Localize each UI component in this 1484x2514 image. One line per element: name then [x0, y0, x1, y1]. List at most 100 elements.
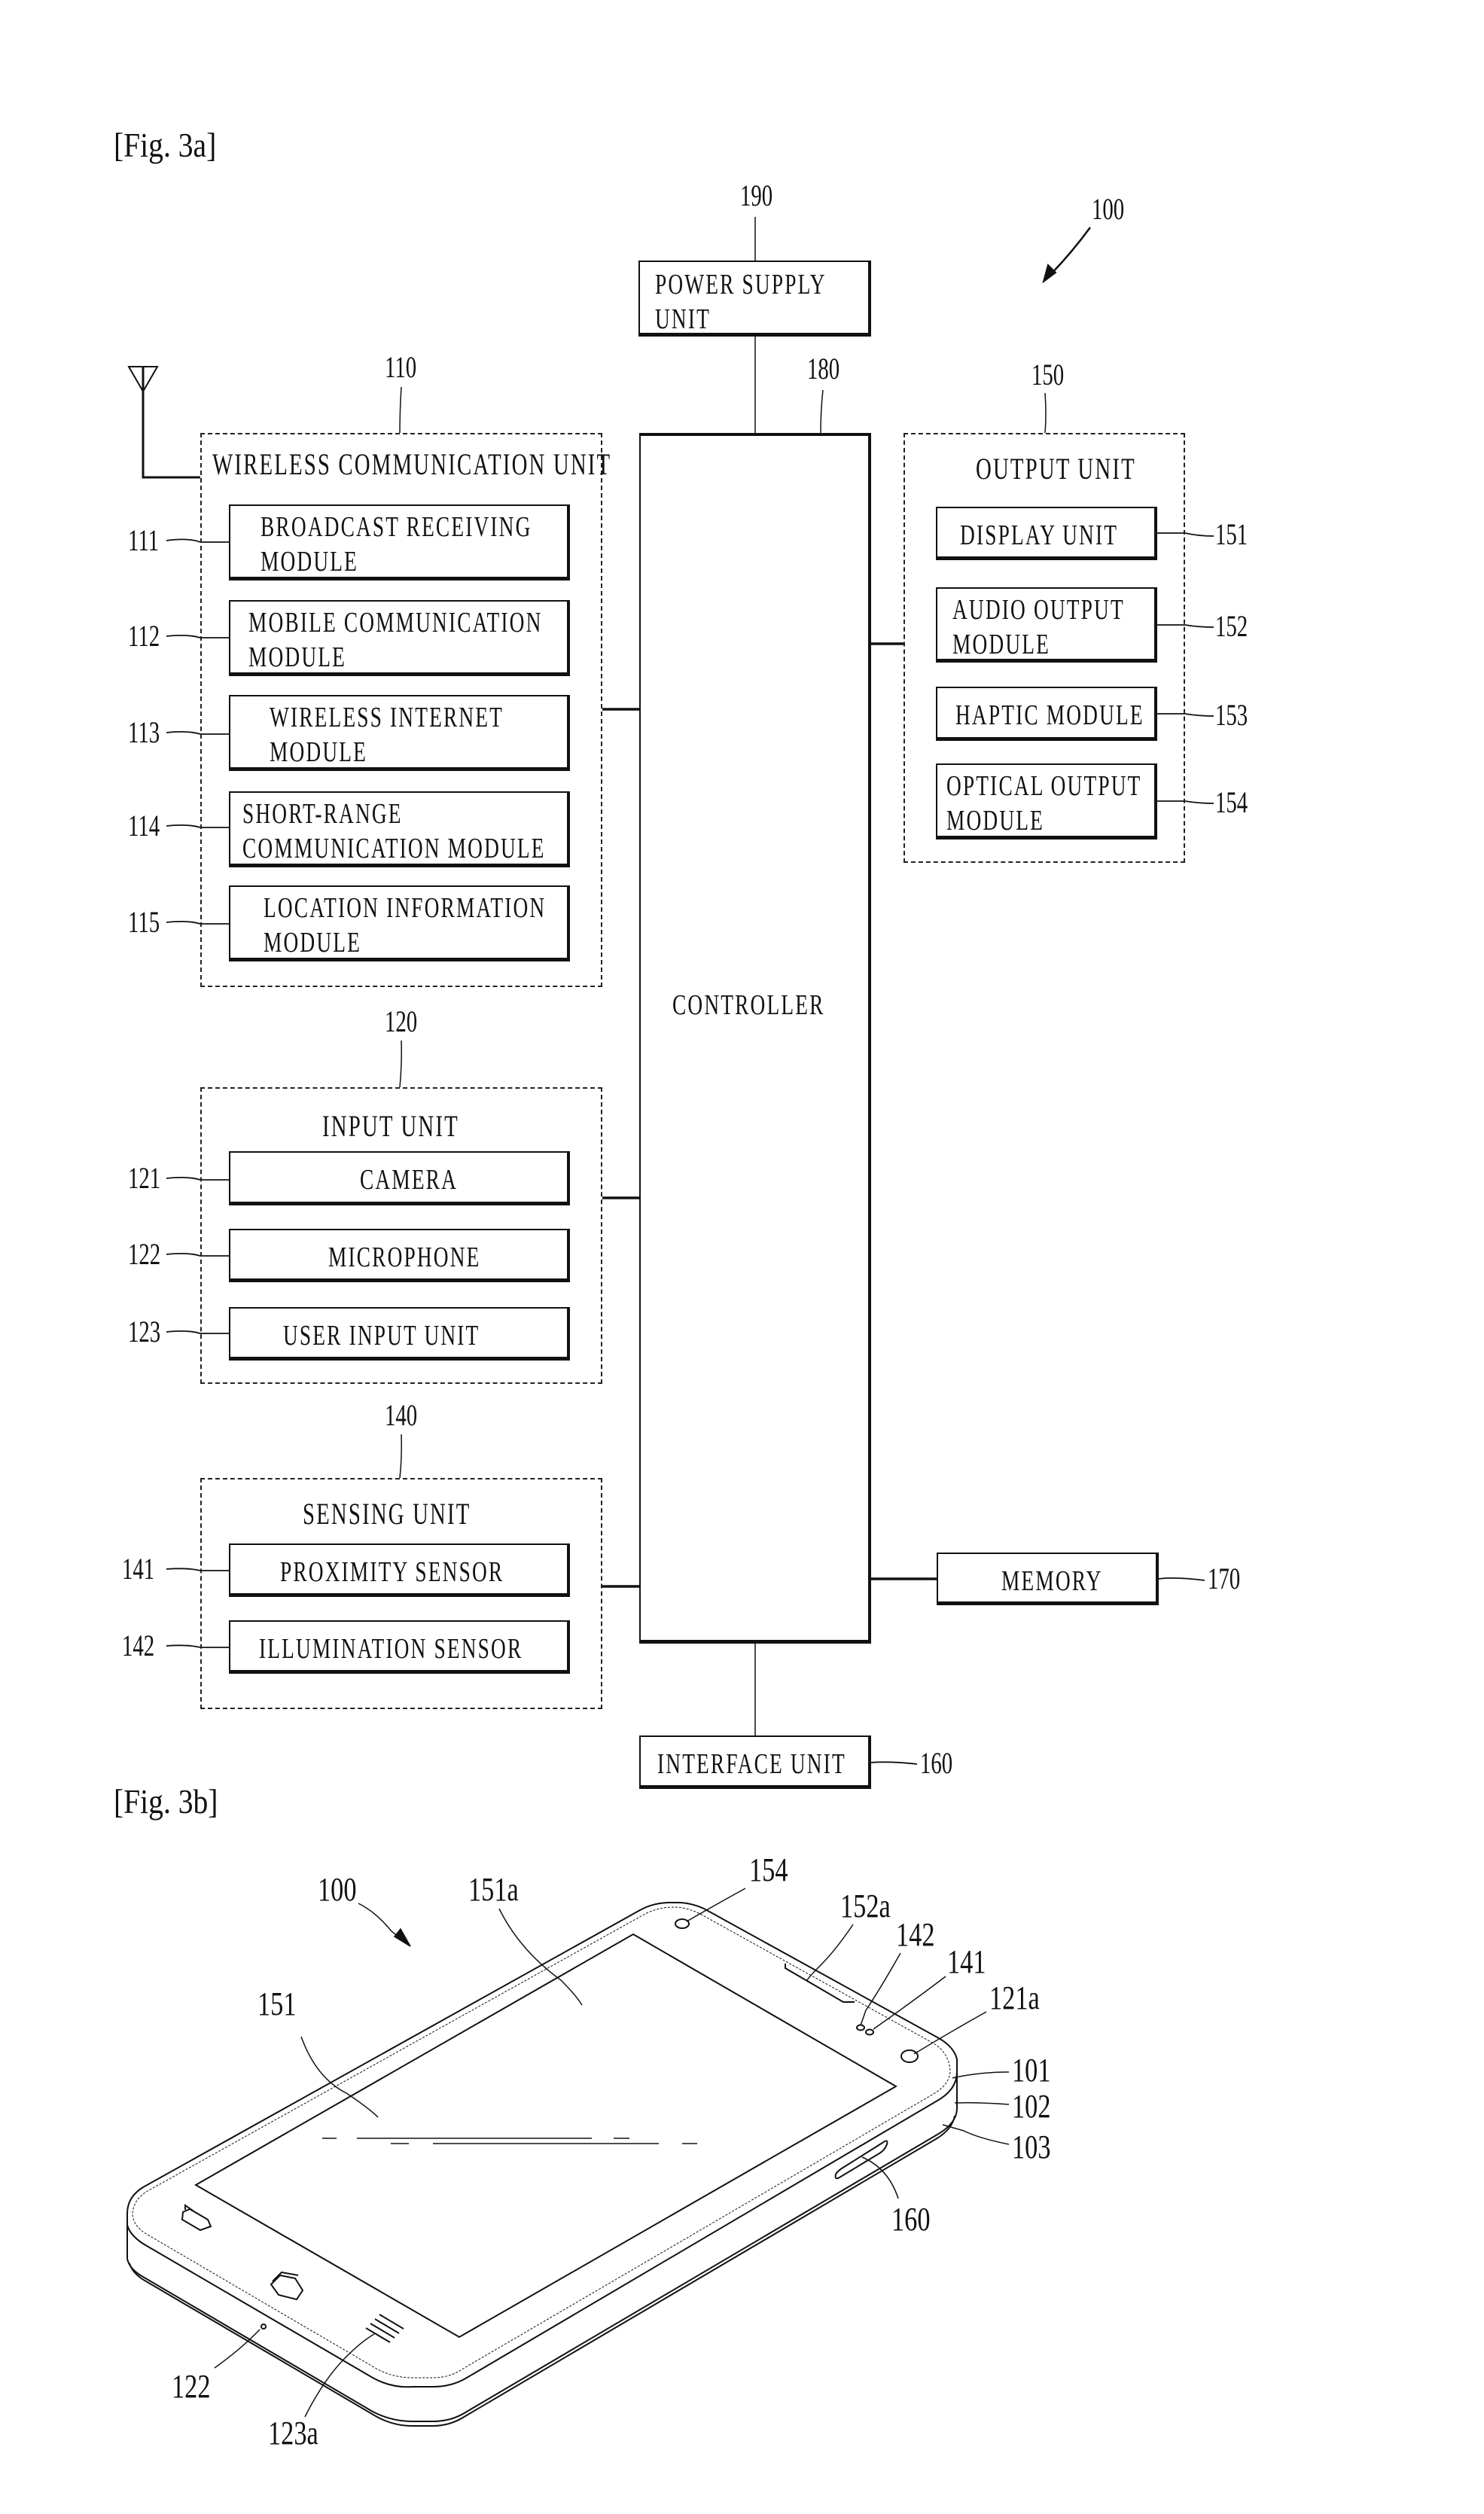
module-line1: LOCATION INFORMATION [264, 892, 547, 924]
haptic-module: HAPTIC MODULE [936, 687, 1157, 741]
leader-102 [954, 2102, 1010, 2105]
illumination-sensor-module: ILLUMINATION SENSOR [229, 1620, 570, 1674]
output-unit-ref: 150 [1031, 358, 1065, 392]
module-line1: AUDIO OUTPUT [952, 594, 1125, 626]
module-line2: MODULE [946, 805, 1044, 836]
module-line1: OPTICAL OUTPUT [946, 770, 1142, 802]
controller-label: CONTROLLER [672, 989, 825, 1021]
input-unit-ref: 120 [385, 1004, 418, 1038]
ref-122b: 122 [172, 2368, 211, 2405]
patent-figure-page: [Fig. 3a] 100 190 POWER SUPPLY UNIT 180 … [0, 0, 1484, 2514]
phone-screen [193, 1933, 898, 2339]
device-ref-arrowhead [1042, 264, 1057, 284]
receiver-slot [785, 1964, 855, 2003]
ref-152a: 152a [840, 1888, 891, 1924]
module-label: PROXIMITY SENSOR [280, 1556, 504, 1588]
leader-123a [304, 2333, 375, 2418]
ref-154b: 154 [749, 1851, 788, 1888]
module-label: DISPLAY UNIT [960, 520, 1119, 551]
module-line2: MODULE [264, 927, 361, 958]
leader-160b [861, 2156, 899, 2199]
interface-label: INTERFACE UNIT [657, 1748, 846, 1780]
fig3b-label: [Fig. 3b] [114, 1782, 218, 1821]
controller-block: CONTROLLER [639, 433, 871, 1644]
ref-152: 152 [1215, 609, 1248, 643]
ref-112: 112 [128, 619, 160, 653]
sensing-unit-ref: 140 [385, 1398, 418, 1432]
home-key-icon [270, 2271, 304, 2301]
back-key-icon [181, 2204, 212, 2232]
module-line2: COMMUNICATION MODULE [242, 833, 546, 864]
wireless-unit-title: WIRELESS COMMUNICATION UNIT [212, 447, 612, 481]
leader-152a [806, 1924, 854, 1981]
optical-output-module: OPTICAL OUTPUT MODULE [936, 763, 1157, 840]
phone-bezel-inner [132, 1906, 951, 2378]
ref-122: 122 [128, 1237, 161, 1271]
ref-100b: 100 [318, 1871, 357, 1908]
mobile-communication-module: MOBILE COMMUNICATION MODULE [229, 600, 570, 676]
ref-121a: 121a [989, 1979, 1040, 2016]
ref-141: 141 [122, 1552, 155, 1586]
memory-label: MEMORY [1001, 1565, 1103, 1597]
antenna-mast [142, 367, 200, 479]
power-supply-line1: POWER SUPPLY [655, 269, 827, 300]
short-range-communication-module: SHORT-RANGE COMMUNICATION MODULE [229, 791, 570, 867]
broadcast-receiving-module: BROADCAST RECEIVING MODULE [229, 504, 570, 581]
module-label: CAMERA [360, 1164, 459, 1196]
wireless-internet-module: WIRELESS INTERNET MODULE [229, 695, 570, 771]
sensing-leader [399, 1434, 402, 1479]
ref-142b: 142 [896, 1916, 935, 1953]
ref-160b: 160 [891, 2201, 931, 2238]
illumination-sensor-hole [856, 2024, 865, 2031]
ref-121: 121 [128, 1161, 161, 1195]
module-line2: MODULE [270, 736, 367, 768]
interface-unit-block: INTERFACE UNIT [639, 1735, 871, 1789]
interface-ref: 160 [920, 1746, 953, 1780]
ref-153: 153 [1215, 698, 1248, 732]
microphone-module: MICROPHONE [229, 1229, 570, 1282]
front-camera-hole [900, 2049, 919, 2063]
leader-160 [870, 1761, 918, 1765]
ref-151a: 151a [468, 1871, 519, 1908]
ref-114: 114 [128, 809, 160, 843]
module-label: MICROPHONE [328, 1242, 481, 1273]
ref-151: 151 [1215, 517, 1248, 551]
module-label: USER INPUT UNIT [283, 1320, 480, 1351]
ref-102: 102 [1012, 2088, 1051, 2125]
input-unit-title: INPUT UNIT [322, 1109, 459, 1143]
audio-output-module: AUDIO OUTPUT MODULE [936, 587, 1157, 663]
module-line2: MODULE [248, 641, 346, 673]
user-input-unit-module: USER INPUT UNIT [229, 1307, 570, 1361]
module-label: ILLUMINATION SENSOR [259, 1633, 523, 1665]
ref-111: 111 [128, 523, 160, 557]
speaker-grill-icon [365, 2314, 404, 2343]
phone-rear-cover [129, 2115, 955, 2427]
ref-113: 113 [128, 715, 160, 749]
fig3a-label: [Fig. 3a] [114, 126, 217, 164]
screen-reflection-lines [322, 2138, 697, 2144]
module-line1: MOBILE COMMUNICATION [248, 607, 543, 638]
output-leader [1044, 392, 1047, 434]
ref-142: 142 [122, 1629, 155, 1662]
ref-115: 115 [128, 905, 160, 939]
module-line1: BROADCAST RECEIVING [261, 511, 532, 543]
memory-ref: 170 [1208, 1562, 1241, 1595]
ref-123: 123 [128, 1315, 161, 1348]
power-supply-ref: 190 [740, 178, 773, 212]
memory-block: MEMORY [937, 1553, 1159, 1605]
location-information-module: LOCATION INFORMATION MODULE [229, 885, 570, 961]
leader-103 [942, 2124, 1010, 2145]
module-label: HAPTIC MODULE [955, 699, 1144, 731]
ref-123a: 123a [268, 2415, 318, 2452]
module-line1: SHORT-RANGE [242, 798, 403, 830]
leader-151a [498, 1908, 583, 2006]
antenna-head [127, 366, 159, 394]
ref-141b: 141 [947, 1943, 986, 1980]
ref-154: 154 [1215, 785, 1248, 819]
controller-leader [820, 389, 824, 434]
proximity-sensor-hole [865, 2028, 874, 2036]
display-unit-module: DISPLAY UNIT [936, 507, 1157, 560]
ref-151b: 151 [257, 1985, 297, 2022]
ref-103: 103 [1012, 2129, 1051, 2165]
sensing-unit-title: SENSING UNIT [303, 1497, 471, 1531]
